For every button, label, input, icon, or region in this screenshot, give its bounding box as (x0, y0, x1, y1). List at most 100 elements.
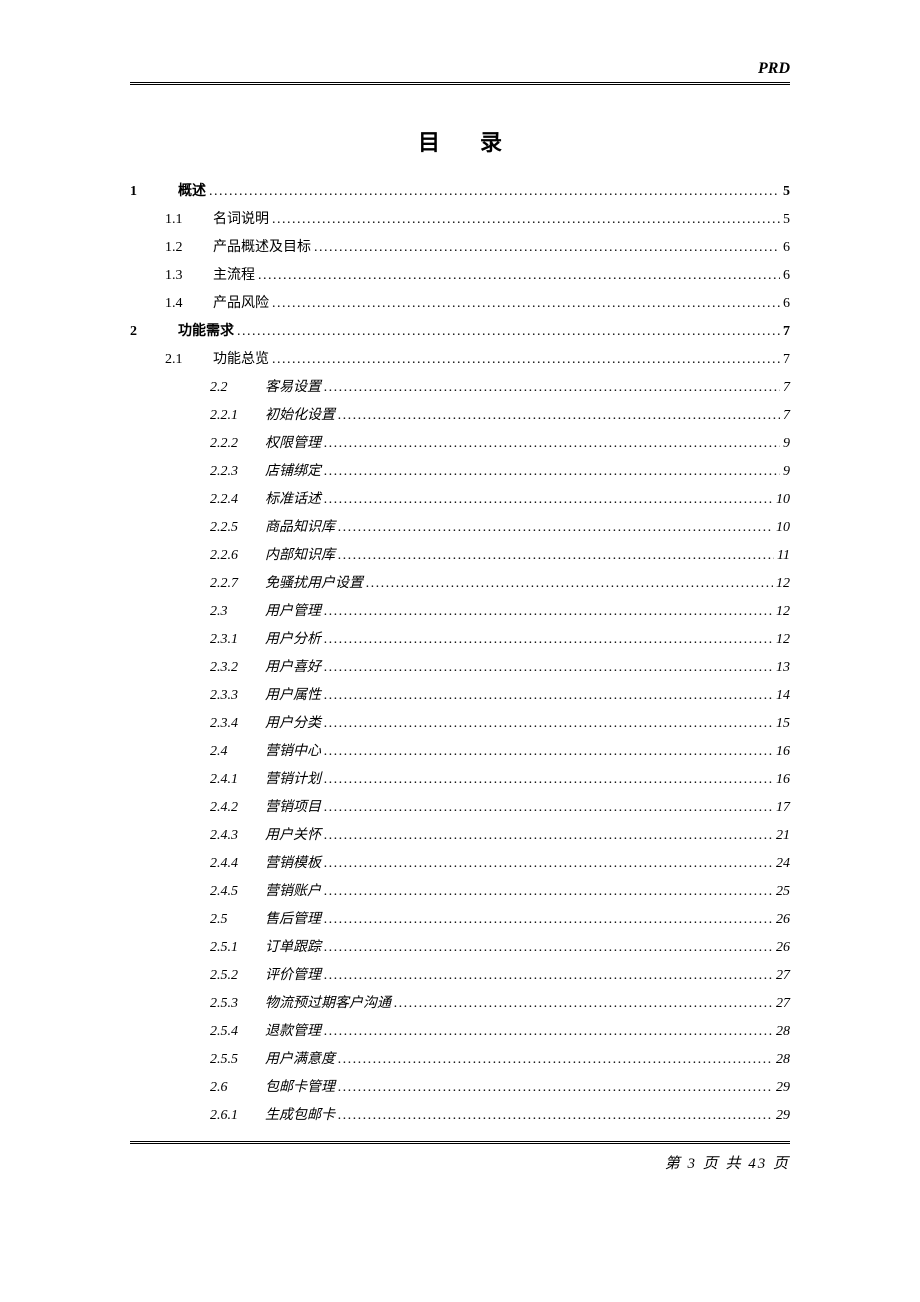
toc-leader-dots (338, 1081, 773, 1095)
toc-entry-number: 2.3.1 (210, 633, 265, 647)
toc-leader-dots (324, 437, 780, 451)
toc-entry-label: 产品风险 (213, 297, 269, 311)
toc-leader-dots (272, 213, 780, 227)
toc-leader-dots (324, 1025, 773, 1039)
toc-entry[interactable]: 2.2.4标准话述10 (130, 493, 790, 507)
toc-leader-dots (338, 1109, 773, 1123)
toc-entry-label: 营销模板 (265, 857, 321, 871)
toc-entry[interactable]: 2.5.2评价管理27 (130, 969, 790, 983)
toc-entry[interactable]: 2.6.1生成包邮卡29 (130, 1109, 790, 1123)
toc-entry-number: 2.4.1 (210, 773, 265, 787)
toc-entry[interactable]: 2.5.4退款管理28 (130, 1025, 790, 1039)
toc-title: 目录 (130, 125, 790, 157)
toc-leader-dots (324, 381, 780, 395)
toc-entry[interactable]: 2.4.5营销账户25 (130, 885, 790, 899)
toc-entry-number: 2.2.3 (210, 465, 265, 479)
header-rule (130, 82, 790, 85)
toc-entry[interactable]: 2.5.5用户满意度28 (130, 1053, 790, 1067)
toc-entry[interactable]: 2.4.1营销计划16 (130, 773, 790, 787)
toc-leader-dots (258, 269, 780, 283)
table-of-contents: 1概述5 1.1名词说明5 1.2产品概述及目标6 1.3主流程6 1.4产品风险6 2功… (130, 185, 790, 1123)
toc-leader-dots (324, 745, 773, 759)
toc-entry-number: 2.6.1 (210, 1109, 265, 1123)
toc-entry-label: 用户喜好 (265, 661, 321, 675)
toc-entry[interactable]: 1.1名词说明5 (130, 213, 790, 227)
toc-leader-dots (324, 857, 773, 871)
toc-entry-page: 16 (776, 745, 790, 759)
toc-entry[interactable]: 2.4.3用户关怀21 (130, 829, 790, 843)
toc-entry-number: 2.2.6 (210, 549, 265, 563)
toc-entry[interactable]: 2.2.5商品知识库10 (130, 521, 790, 535)
toc-entry-number: 2.2.1 (210, 409, 265, 423)
toc-entry[interactable]: 2.2.6内部知识库11 (130, 549, 790, 563)
toc-leader-dots (324, 885, 773, 899)
toc-leader-dots (324, 913, 773, 927)
toc-leader-dots (237, 325, 780, 339)
toc-entry-page: 28 (776, 1053, 790, 1067)
toc-entry-label: 生成包邮卡 (265, 1109, 335, 1123)
toc-entry-number: 2.3.2 (210, 661, 265, 675)
toc-entry-number: 2.5.1 (210, 941, 265, 955)
toc-entry[interactable]: 2.2.7免骚扰用户设置12 (130, 577, 790, 591)
toc-entry-label: 营销账户 (265, 885, 321, 899)
toc-leader-dots (366, 577, 773, 591)
toc-entry[interactable]: 2.4营销中心16 (130, 745, 790, 759)
toc-entry-number: 2.3.3 (210, 689, 265, 703)
toc-leader-dots (338, 521, 773, 535)
toc-entry-page: 27 (776, 997, 790, 1011)
toc-entry-label: 初始化设置 (265, 409, 335, 423)
toc-entry-label: 客易设置 (265, 381, 321, 395)
toc-entry-label: 产品概述及目标 (213, 241, 311, 255)
toc-leader-dots (209, 185, 780, 199)
toc-entry-label: 用户分析 (265, 633, 321, 647)
toc-entry[interactable]: 2.1功能总览7 (130, 353, 790, 367)
toc-entry-number: 1 (130, 185, 178, 199)
toc-entry-page: 10 (776, 521, 790, 535)
toc-entry[interactable]: 2.4.2营销项目17 (130, 801, 790, 815)
toc-entry[interactable]: 2.3.3用户属性14 (130, 689, 790, 703)
toc-entry-page: 10 (776, 493, 790, 507)
toc-entry-number: 1.1 (165, 213, 213, 227)
toc-entry-label: 名词说明 (213, 213, 269, 227)
toc-entry[interactable]: 1.3主流程6 (130, 269, 790, 283)
toc-entry-page: 21 (776, 829, 790, 843)
toc-entry[interactable]: 1.2产品概述及目标6 (130, 241, 790, 255)
toc-entry[interactable]: 2.3用户管理12 (130, 605, 790, 619)
toc-entry[interactable]: 2.5.3物流预过期客户沟通27 (130, 997, 790, 1011)
toc-entry-page: 7 (783, 325, 790, 339)
toc-entry-label: 店铺绑定 (265, 465, 321, 479)
toc-entry-label: 标准话述 (265, 493, 321, 507)
toc-entry-label: 用户分类 (265, 717, 321, 731)
toc-entry-page: 16 (776, 773, 790, 787)
toc-entry-number: 2.5.5 (210, 1053, 265, 1067)
toc-leader-dots (338, 1053, 773, 1067)
toc-entry[interactable]: 2.2客易设置7 (130, 381, 790, 395)
toc-entry-number: 2.2.2 (210, 437, 265, 451)
toc-leader-dots (324, 689, 773, 703)
toc-entry[interactable]: 2.2.2权限管理9 (130, 437, 790, 451)
toc-entry[interactable]: 2.3.1用户分析12 (130, 633, 790, 647)
toc-entry-page: 24 (776, 857, 790, 871)
toc-entry[interactable]: 2功能需求7 (130, 325, 790, 339)
toc-entry-label: 订单跟踪 (265, 941, 321, 955)
toc-entry[interactable]: 2.5售后管理26 (130, 913, 790, 927)
toc-entry-label: 用户管理 (265, 605, 321, 619)
toc-entry[interactable]: 2.6包邮卡管理29 (130, 1081, 790, 1095)
toc-leader-dots (314, 241, 780, 255)
toc-entry[interactable]: 2.2.1初始化设置7 (130, 409, 790, 423)
toc-entry-page: 26 (776, 941, 790, 955)
toc-entry[interactable]: 2.2.3店铺绑定9 (130, 465, 790, 479)
toc-entry[interactable]: 2.3.4用户分类15 (130, 717, 790, 731)
toc-entry-label: 营销中心 (265, 745, 321, 759)
toc-entry[interactable]: 1.4产品风险6 (130, 297, 790, 311)
toc-entry[interactable]: 1概述5 (130, 185, 790, 199)
toc-entry-number: 2.2.7 (210, 577, 265, 591)
toc-leader-dots (324, 605, 773, 619)
toc-entry[interactable]: 2.3.2用户喜好13 (130, 661, 790, 675)
toc-entry-number: 1.4 (165, 297, 213, 311)
toc-entry[interactable]: 2.5.1订单跟踪 26 (130, 941, 790, 955)
toc-entry-page: 11 (777, 549, 790, 563)
toc-entry-number: 1.2 (165, 241, 213, 255)
toc-entry-label: 权限管理 (265, 437, 321, 451)
toc-entry[interactable]: 2.4.4营销模板24 (130, 857, 790, 871)
